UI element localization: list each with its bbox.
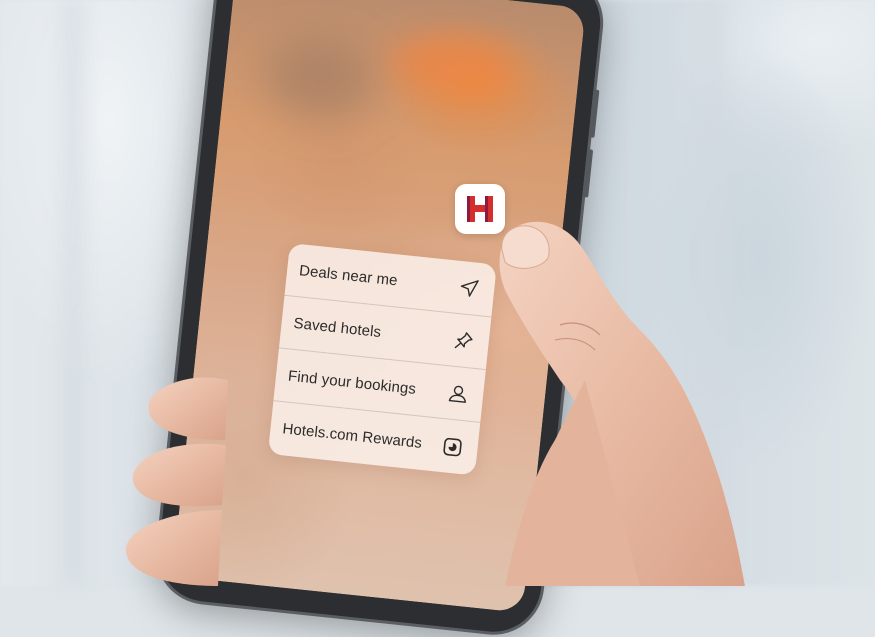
background-window-frame — [60, 0, 86, 586]
pin-icon — [452, 329, 476, 353]
background-window-frame — [700, 0, 726, 586]
hotels-logo-icon — [467, 196, 493, 222]
location-arrow-icon — [457, 276, 481, 300]
hotels-app-icon[interactable] — [455, 184, 505, 234]
quick-actions-menu: Deals near me Saved hotels Find your boo… — [267, 243, 497, 476]
blurred-wallpaper-shape — [384, 27, 521, 102]
blurred-wallpaper-shape — [260, 35, 379, 127]
person-icon — [446, 381, 470, 405]
quick-action-label: Hotels.com Rewards — [281, 420, 423, 452]
quick-action-label: Saved hotels — [292, 314, 383, 341]
rewards-icon — [441, 435, 465, 459]
quick-action-label: Deals near me — [298, 261, 399, 289]
quick-action-label: Find your bookings — [287, 367, 417, 398]
